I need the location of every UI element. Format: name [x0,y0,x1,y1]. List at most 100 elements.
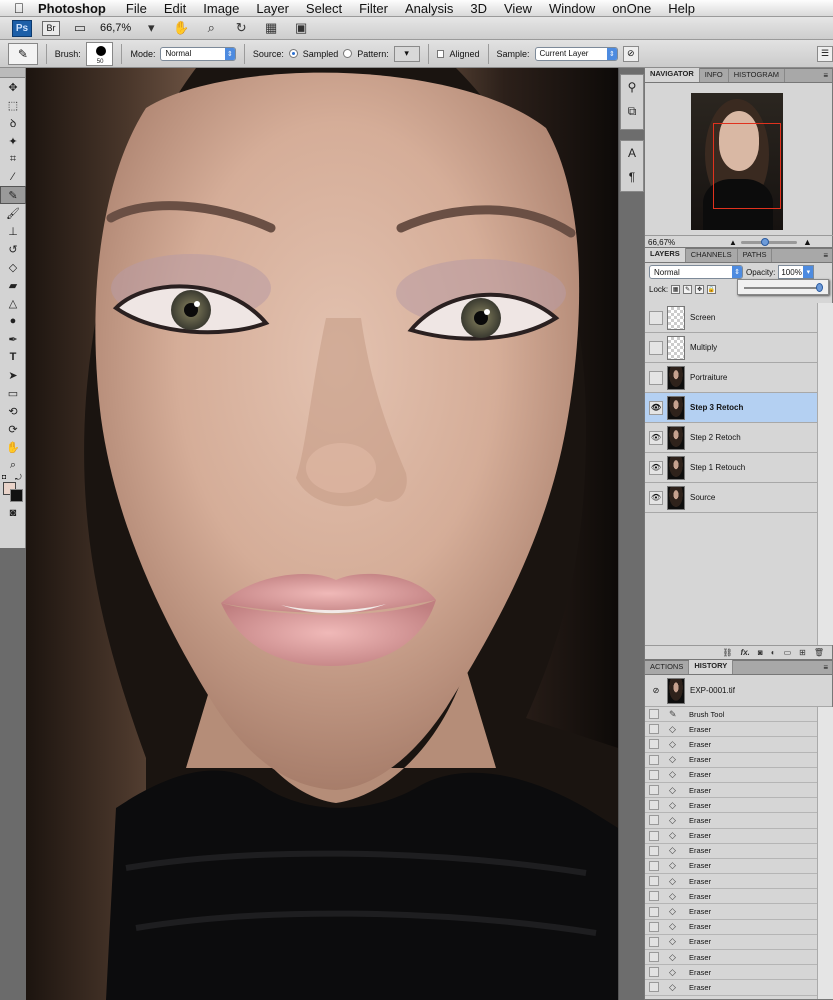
marquee-tool-icon[interactable]: ⬚ [0,96,26,114]
menu-image[interactable]: Image [203,1,239,16]
hand-tool-icon[interactable]: ✋ [171,20,191,36]
view-box[interactable] [713,123,781,209]
mode-select[interactable]: Normal ⇕ [160,46,236,61]
layer-row[interactable]: 👁 Step 1 Retouch [645,453,817,483]
dodge-tool-icon[interactable]: ● [0,312,26,330]
lock-transparent-icon[interactable]: ▦ [671,284,681,294]
menu-help[interactable]: Help [668,1,695,16]
history-item[interactable]: ◇ Eraser [645,813,817,829]
brush-tool-icon[interactable]: 🖌 [0,204,26,222]
3d-orbit-tool-icon[interactable]: ⟳ [0,420,26,438]
layer-row[interactable]: 👁 Step 3 Retoch [645,393,817,423]
tab-histogram[interactable]: HISTOGRAM [729,69,785,82]
opacity-slider-knob[interactable] [816,283,823,292]
clone-source-icon[interactable]: ⧉ [621,99,643,123]
history-brush-source-checkbox[interactable] [649,906,659,917]
panel-menu-icon[interactable]: ≡ [819,71,832,80]
navigator-zoom-value[interactable]: 66,67% [648,238,675,247]
pen-tool-icon[interactable]: ✒ [0,330,26,348]
menu-edit[interactable]: Edit [164,1,186,16]
history-brush-source-checkbox[interactable] [649,785,659,796]
history-brush-source-checkbox[interactable] [649,724,659,735]
bridge-button[interactable]: Br [42,20,60,36]
menu-filter[interactable]: Filter [359,1,388,16]
layer-row[interactable]: 👁 Step 2 Retoch [645,423,817,453]
menu-3d[interactable]: 3D [470,1,487,16]
eye-icon[interactable]: 👁 [649,460,663,475]
menu-select[interactable]: Select [306,1,342,16]
fx-icon[interactable]: fx. [741,648,750,657]
trash-icon[interactable]: 🗑 [814,648,824,657]
history-item[interactable]: ✎ Brush Tool [645,707,817,723]
document-canvas[interactable] [26,68,618,1000]
history-item[interactable]: ◇ Eraser [645,904,817,920]
zoom-in-icon[interactable]: ▲ [803,237,812,247]
background-color[interactable] [10,489,23,502]
new-layer-icon[interactable]: ⊞ [799,648,806,657]
history-brush-source-checkbox[interactable] [649,876,659,887]
mask-icon[interactable]: ◙ [758,648,763,657]
history-brush-source-checkbox[interactable] [649,936,659,947]
paragraph-icon[interactable]: ¶ [621,165,643,189]
workspace-button[interactable]: ☰ [817,45,833,62]
link-icon[interactable]: ⛓ [722,648,732,657]
history-brush-source-checkbox[interactable] [649,921,659,932]
healing-brush-tool-icon[interactable]: ✎ [0,186,26,204]
default-colors-icon[interactable]: ◘ [2,474,6,481]
menu-analysis[interactable]: Analysis [405,1,453,16]
history-item[interactable]: ◇ Eraser [645,965,817,981]
eye-icon[interactable]: 👁 [649,400,663,415]
history-item[interactable]: ◇ Eraser [645,798,817,814]
history-brush-source-checkbox[interactable] [649,845,659,856]
group-icon[interactable]: ▭ [784,648,792,657]
zoom-slider[interactable] [741,238,797,246]
adjustment-icon[interactable]: ◐ [771,648,776,657]
panel-menu-icon[interactable]: ≡ [819,251,832,260]
shape-tool-icon[interactable]: ▭ [0,384,26,402]
blur-tool-icon[interactable]: △ [0,294,26,312]
menu-file[interactable]: File [126,1,147,16]
quick-mask-icon[interactable]: ◙ [0,504,26,522]
history-item[interactable]: ◇ Eraser [645,783,817,799]
lock-position-icon[interactable]: ✥ [695,284,705,294]
history-brush-source-checkbox[interactable] [649,952,659,963]
history-item[interactable]: ◇ Eraser [645,722,817,738]
history-brush-source-checkbox[interactable] [649,769,659,780]
rotate-view-icon[interactable]: ↻ [231,20,251,36]
character-icon[interactable]: A [621,141,643,165]
history-scrollbar[interactable] [817,707,833,999]
history-item[interactable]: ◇ Eraser [645,829,817,844]
brush-picker[interactable]: 50 [85,41,114,66]
move-tool-icon[interactable]: ✥ [0,78,26,96]
layer-row[interactable]: 👁 Source [645,483,817,513]
layer-row[interactable]: Portraiture [645,363,817,393]
sampled-radio[interactable] [288,49,298,58]
history-item[interactable]: ◇ Eraser [645,768,817,783]
history-brush-source-checkbox[interactable] [649,891,659,902]
history-item[interactable]: ◇ Eraser [645,874,817,890]
history-item[interactable]: ◇ Eraser [645,935,817,950]
menu-view[interactable]: View [504,1,532,16]
arrange-documents-icon[interactable]: ▦ [261,20,281,36]
gradient-tool-icon[interactable]: ▰ [0,276,26,294]
clone-stamp-tool-icon[interactable]: ⊥ [0,222,26,240]
history-item[interactable]: ◇ Eraser [645,753,817,768]
history-brush-source-checkbox[interactable] [649,754,659,765]
path-selection-tool-icon[interactable]: ➤ [0,366,26,384]
zoom-level[interactable]: 66,7% [100,22,131,34]
app-name[interactable]: Photoshop [38,1,106,16]
history-brush-tool-icon[interactable]: ↺ [0,240,26,258]
history-item[interactable]: ◇ Eraser [645,920,817,935]
opacity-input[interactable]: 100% ▾ [778,265,815,279]
history-item[interactable]: ◇ Eraser [645,889,817,905]
layer-row[interactable]: Screen [645,303,817,333]
sample-select[interactable]: Current Layer ⇕ [534,46,618,61]
blend-mode-select[interactable]: Normal ⇕ [649,265,743,279]
opacity-slider-popup[interactable] [737,279,829,295]
zoom-tool-icon[interactable]: ⌕ [0,456,26,474]
tool-preset-picker[interactable]: ✎ [8,42,38,65]
3d-rotate-tool-icon[interactable]: ⟲ [0,402,26,420]
history-brush-source-icon[interactable]: ⊘ [649,684,663,698]
type-tool-icon[interactable]: T [0,348,26,366]
visibility-toggle[interactable] [649,340,663,355]
